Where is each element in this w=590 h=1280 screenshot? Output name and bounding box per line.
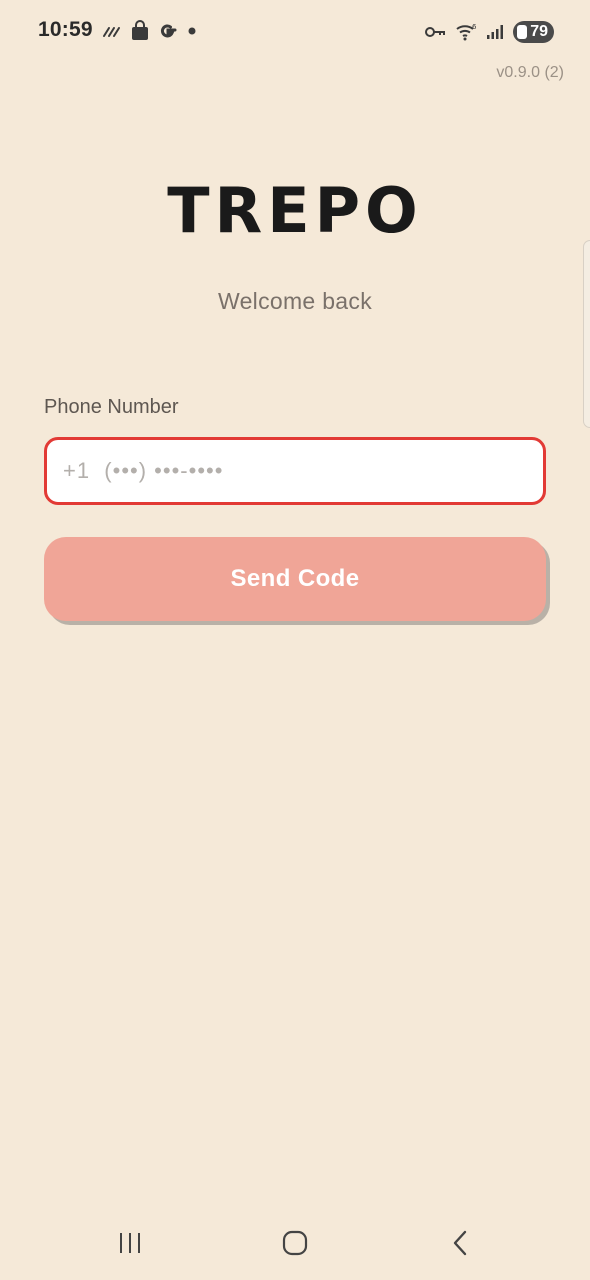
app-version: v0.9.0 (2) [496, 64, 564, 81]
battery-icon: 79 [513, 21, 554, 43]
wifi-icon: 6 [455, 23, 477, 41]
battery-indicator [517, 25, 528, 39]
dot-icon [186, 25, 198, 37]
signal-icon [486, 24, 504, 40]
svg-text:6: 6 [472, 23, 477, 31]
back-icon[interactable] [430, 1218, 490, 1268]
shopping-bag-icon [130, 20, 150, 42]
google-g-icon [158, 21, 178, 41]
home-icon[interactable] [265, 1218, 325, 1268]
phone-number-label: Phone Number [44, 396, 179, 418]
battery-level: 79 [530, 23, 548, 40]
vpn-key-icon [424, 25, 446, 39]
phone-number-input[interactable] [44, 437, 546, 505]
recents-icon[interactable] [100, 1218, 160, 1268]
system-nav-bar [0, 1200, 590, 1280]
app-logo: TREPO [167, 174, 423, 247]
status-bar: 10:59 6 79 [0, 0, 590, 64]
welcome-subtitle: Welcome back [217, 288, 372, 314]
edge-panel-handle[interactable] [583, 240, 590, 428]
status-right-icons: 6 79 [424, 18, 554, 46]
send-code-button[interactable]: Send Code [44, 537, 546, 621]
status-left-icons [102, 18, 198, 44]
stripe-icon [102, 24, 122, 38]
status-time: 10:59 [38, 18, 93, 41]
